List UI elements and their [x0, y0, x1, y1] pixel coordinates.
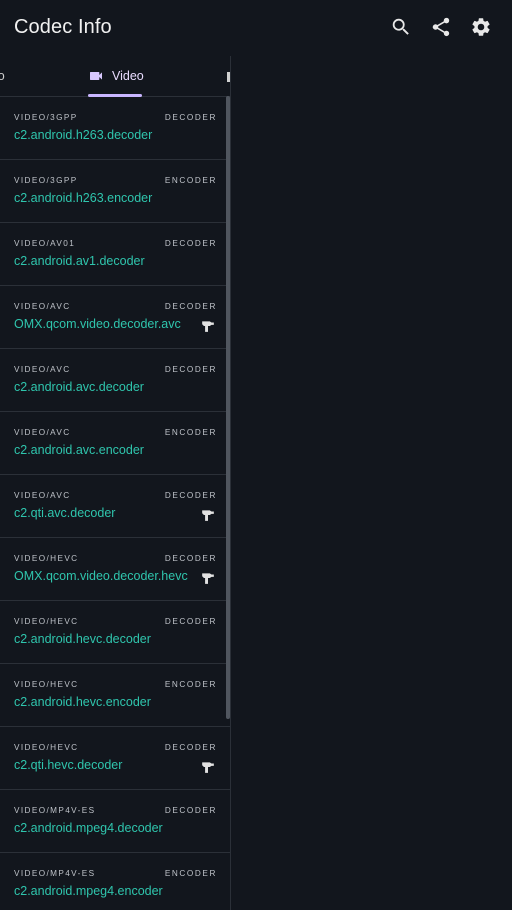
hardware-accelerated-icon [201, 319, 215, 333]
app-title: Codec Info [14, 16, 112, 38]
codec-name: c2.qti.avc.decoder [14, 506, 116, 520]
codec-row[interactable]: VIDEO/AV01 DECODER c2.android.av1.decoder [0, 223, 230, 286]
codec-mime-type: VIDEO/AV01 [14, 239, 76, 248]
codec-kind: ENCODER [164, 176, 217, 185]
tab-bar: io Video [0, 56, 230, 97]
app-bar: Codec Info [0, 0, 512, 56]
codec-row[interactable]: VIDEO/AVC DECODER c2.qti.avc.decoder [0, 475, 230, 538]
codec-mime-type: VIDEO/MP4V-ES [14, 869, 96, 878]
app-window: Codec Info io Video VIDEO/3G [0, 0, 512, 910]
codec-name: OMX.qcom.video.decoder.hevc [14, 569, 188, 583]
codec-mime-type: VIDEO/HEVC [14, 680, 79, 689]
codec-kind: DECODER [164, 806, 217, 815]
tab-audio[interactable]: io [0, 69, 5, 83]
codec-row[interactable]: VIDEO/AVC DECODER OMX.qcom.video.decoder.a… [0, 286, 230, 349]
codec-kind: DECODER [164, 302, 217, 311]
codec-row[interactable]: VIDEO/HEVC DECODER OMX.qcom.video.decoder.… [0, 538, 230, 601]
tab-video-label: Video [112, 69, 144, 83]
tab-video[interactable]: Video [88, 56, 144, 96]
hardware-accelerated-icon [201, 760, 215, 774]
codec-name: c2.android.h263.decoder [14, 128, 153, 142]
codec-row[interactable]: VIDEO/HEVC ENCODER c2.android.hevc.encoder [0, 664, 230, 727]
codec-name: c2.android.h263.encoder [14, 191, 153, 205]
codec-row[interactable]: VIDEO/MP4V-ES DECODER c2.android.mpeg4.dec… [0, 790, 230, 853]
codec-kind: ENCODER [164, 869, 217, 878]
app-bar-actions [390, 16, 492, 38]
codec-kind: DECODER [164, 743, 217, 752]
codec-name: c2.android.mpeg4.decoder [14, 821, 163, 835]
codec-kind: DECODER [164, 617, 217, 626]
codec-mime-type: VIDEO/HEVC [14, 743, 79, 752]
codec-name: c2.android.av1.decoder [14, 254, 145, 268]
codec-list-pane: io Video VIDEO/3GPP DECODER c2.android.h26… [0, 56, 231, 910]
codec-mime-type: VIDEO/3GPP [14, 176, 78, 185]
codec-mime-type: VIDEO/AVC [14, 302, 71, 311]
codec-kind: ENCODER [164, 428, 217, 437]
search-icon[interactable] [390, 16, 412, 38]
codec-row[interactable]: VIDEO/MP4V-ES ENCODER c2.android.mpeg4.enc… [0, 853, 230, 910]
codec-name: c2.android.hevc.decoder [14, 632, 151, 646]
codec-mime-type: VIDEO/AVC [14, 428, 71, 437]
codec-name: c2.android.avc.decoder [14, 380, 144, 394]
videocam-icon [88, 68, 104, 84]
codec-kind: ENCODER [164, 680, 217, 689]
codec-mime-type: VIDEO/AVC [14, 491, 71, 500]
codec-row[interactable]: VIDEO/HEVC DECODER c2.qti.hevc.decoder [0, 727, 230, 790]
codec-row[interactable]: VIDEO/AVC ENCODER c2.android.avc.encoder [0, 412, 230, 475]
codec-kind: DECODER [164, 113, 217, 122]
codec-name: c2.android.hevc.encoder [14, 695, 151, 709]
codec-list: VIDEO/3GPP DECODER c2.android.h263.decoder… [0, 97, 230, 910]
codec-row[interactable]: VIDEO/AVC DECODER c2.android.avc.decoder [0, 349, 230, 412]
codec-kind: DECODER [164, 491, 217, 500]
codec-row[interactable]: VIDEO/HEVC DECODER c2.android.hevc.decoder [0, 601, 230, 664]
hardware-accelerated-icon [201, 571, 215, 585]
codec-name: c2.android.mpeg4.encoder [14, 884, 163, 898]
codec-row[interactable]: VIDEO/3GPP ENCODER c2.android.h263.encoder [0, 160, 230, 223]
codec-mime-type: VIDEO/3GPP [14, 113, 78, 122]
codec-mime-type: VIDEO/AVC [14, 365, 71, 374]
scrollbar[interactable] [226, 96, 230, 719]
codec-mime-type: VIDEO/HEVC [14, 617, 79, 626]
codec-kind: DECODER [164, 365, 217, 374]
hardware-accelerated-icon [201, 508, 215, 522]
codec-name: c2.android.avc.encoder [14, 443, 144, 457]
codec-kind: DECODER [164, 239, 217, 248]
codec-mime-type: VIDEO/HEVC [14, 554, 79, 563]
share-icon[interactable] [430, 16, 452, 38]
tab-next-partial[interactable] [227, 72, 230, 82]
settings-icon[interactable] [470, 16, 492, 38]
codec-mime-type: VIDEO/MP4V-ES [14, 806, 96, 815]
codec-name: OMX.qcom.video.decoder.avc [14, 317, 181, 331]
codec-name: c2.qti.hevc.decoder [14, 758, 123, 772]
codec-row[interactable]: VIDEO/3GPP DECODER c2.android.h263.decoder [0, 97, 230, 160]
codec-kind: DECODER [164, 554, 217, 563]
